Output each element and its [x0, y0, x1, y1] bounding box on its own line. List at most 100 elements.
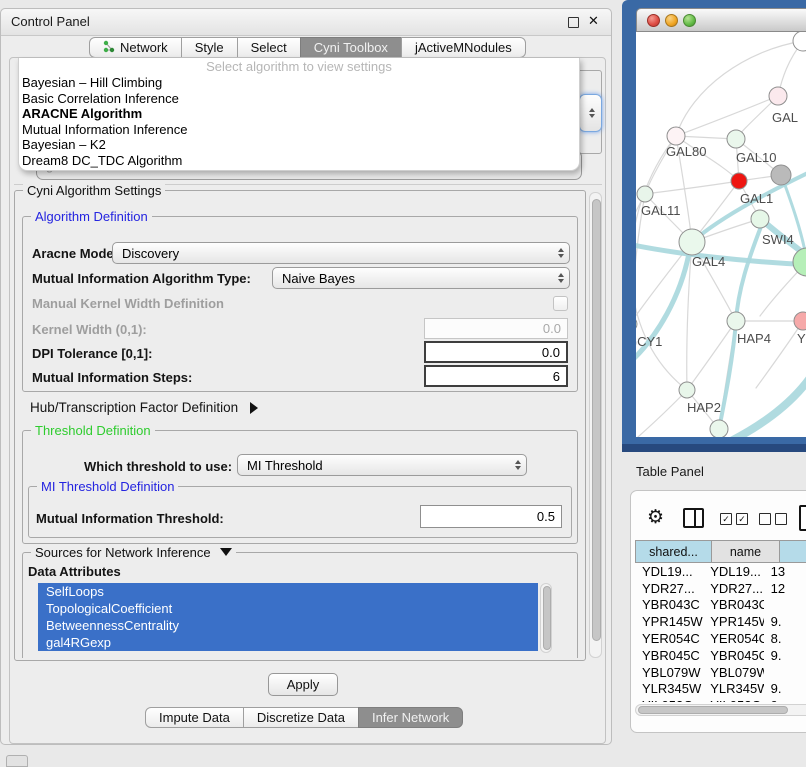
table-cell: 9: [764, 698, 806, 702]
kernel-width-field[interactable]: 0.0: [424, 318, 568, 339]
table-row[interactable]: YBL079WYBL079W: [635, 664, 806, 681]
table-row[interactable]: YIL052CYIL052C9: [635, 697, 806, 702]
tab-select[interactable]: Select: [237, 37, 301, 58]
table-row[interactable]: YBR045CYBR045C9.: [635, 647, 806, 664]
table-cell: YER054C: [635, 631, 703, 646]
mi-type-combo[interactable]: Naive Bayes: [272, 267, 570, 289]
network-node-label: GAL: [772, 110, 798, 125]
threshold-definition-title: Threshold Definition: [31, 423, 155, 438]
network-node-label: GAL10: [736, 150, 776, 165]
network-canvas[interactable]: GALGAL80GAL10GAL1GAL11SWI4GAL4GCY1HAP4YH…: [636, 32, 806, 437]
table-cell: 9.: [764, 648, 806, 663]
network-node-hap4[interactable]: [727, 312, 745, 330]
tab-infer-network[interactable]: Infer Network: [358, 707, 463, 728]
table-hscrollbar[interactable]: [635, 704, 806, 716]
data-attributes-label: Data Attributes: [28, 564, 121, 579]
tab-network[interactable]: Network: [89, 37, 182, 58]
tab-jactivemnodules[interactable]: jActiveMNodules: [401, 37, 526, 58]
algorithm-option[interactable]: Dream8 DC_TDC Algorithm: [19, 153, 579, 169]
tab-discretize-data[interactable]: Discretize Data: [243, 707, 359, 728]
minimize-traffic-light-icon[interactable]: [665, 14, 678, 27]
table-row[interactable]: YDR27...YDR27...12: [635, 580, 806, 597]
table-cell: YLR345W: [703, 681, 763, 696]
mi-threshold-field[interactable]: 0.5: [420, 505, 562, 528]
network-window-titlebar[interactable]: [636, 8, 806, 32]
algorithm-option[interactable]: Mutual Information Inference: [19, 122, 579, 138]
mi-steps-field[interactable]: 6: [424, 365, 568, 387]
table-cell: YBR045C: [703, 648, 763, 663]
attributes-scrollbar[interactable]: [540, 583, 552, 653]
data-attribute-item[interactable]: gal4RGexp: [38, 634, 538, 651]
network-node[interactable]: [793, 32, 806, 51]
network-node-label: Y: [797, 331, 806, 346]
network-node-label: GCY1: [636, 334, 662, 349]
deselect-all-icon[interactable]: [759, 513, 787, 525]
table-cell: YBR043C: [635, 597, 703, 612]
tab-cyni-toolbox[interactable]: Cyni Toolbox: [300, 37, 402, 58]
algorithm-option[interactable]: Basic Correlation Inference: [19, 91, 579, 107]
table-row[interactable]: YER054CYER054C8.: [635, 630, 806, 647]
document-icon[interactable]: [799, 505, 806, 531]
network-node[interactable]: [771, 165, 791, 185]
cyni-settings-title: Cyni Algorithm Settings: [23, 183, 165, 198]
network-edge[interactable]: [676, 96, 778, 136]
table-cell: YBR045C: [635, 648, 703, 663]
algorithm-definition-title: Algorithm Definition: [31, 209, 152, 224]
network-node-gal[interactable]: [769, 87, 787, 105]
network-edge[interactable]: [636, 136, 687, 390]
table-row[interactable]: YBR043CYBR043C: [635, 597, 806, 614]
select-all-icon[interactable]: ✓✓: [720, 513, 748, 525]
data-attributes-list[interactable]: SelfLoopsTopologicalCoefficientBetweenne…: [38, 583, 538, 651]
tab-style[interactable]: Style: [181, 37, 238, 58]
apply-button[interactable]: Apply: [268, 673, 338, 696]
table-row[interactable]: YPR145WYPR145W9.: [635, 613, 806, 630]
table-column-header[interactable]: [780, 540, 806, 563]
zoom-traffic-light-icon[interactable]: [683, 14, 696, 27]
settings-scrollbar[interactable]: [589, 192, 602, 658]
network-node-gal1[interactable]: [731, 173, 747, 189]
focused-combo-spinner[interactable]: [579, 94, 602, 132]
which-threshold-combo[interactable]: MI Threshold: [237, 454, 527, 476]
network-edge[interactable]: [645, 181, 739, 194]
table-row[interactable]: YDL19...YDL19...13: [635, 563, 806, 580]
table-row[interactable]: YLR345WYLR345W9.: [635, 681, 806, 698]
network-node-swi4[interactable]: [751, 210, 769, 228]
float-window-icon[interactable]: [568, 17, 579, 28]
manual-kernel-checkbox[interactable]: [553, 296, 568, 311]
hub-definition-toggle[interactable]: Hub/Transcription Factor Definition: [30, 400, 258, 415]
control-panel-titlebar: Control Panel ✕: [1, 9, 611, 36]
table-column-header[interactable]: name: [712, 540, 780, 563]
which-threshold-value: MI Threshold: [247, 458, 323, 473]
network-node[interactable]: [793, 248, 806, 276]
network-node[interactable]: [710, 420, 728, 437]
gear-icon[interactable]: ⚙: [647, 506, 664, 529]
data-attribute-item[interactable]: SelfLoops: [38, 583, 538, 600]
network-node-gcy1[interactable]: [636, 317, 637, 331]
tab-label: Discretize Data: [257, 710, 345, 725]
data-attribute-item[interactable]: BetweennessCentrality: [38, 617, 538, 634]
tab-impute-data[interactable]: Impute Data: [145, 707, 244, 728]
data-attribute-item[interactable]: TopologicalCoefficient: [38, 600, 538, 617]
table-body[interactable]: YDL19...YDL19...13YDR27...YDR27...12YBR0…: [635, 563, 806, 702]
minimized-window-icon[interactable]: [6, 755, 28, 767]
network-edge[interactable]: [636, 390, 687, 437]
split-table-icon[interactable]: [683, 508, 704, 528]
close-window-icon[interactable]: ✕: [588, 15, 599, 26]
network-node-label: HAP4: [737, 331, 771, 346]
algorithm-option[interactable]: ARACNE Algorithm: [19, 106, 579, 122]
algorithm-option[interactable]: Bayesian – Hill Climbing: [19, 75, 579, 91]
chevron-down-icon[interactable]: [220, 548, 232, 556]
network-node-gal10[interactable]: [727, 130, 745, 148]
network-node-gal11[interactable]: [637, 186, 653, 202]
network-node-gal4[interactable]: [679, 229, 705, 255]
aracne-mode-combo[interactable]: Discovery: [112, 242, 570, 264]
table-cell: 12: [764, 581, 806, 596]
network-node-hap2[interactable]: [679, 382, 695, 398]
dpi-tolerance-field[interactable]: 0.0: [424, 341, 568, 363]
mi-steps-label: Mutual Information Steps:: [32, 370, 192, 385]
close-traffic-light-icon[interactable]: [647, 14, 660, 27]
network-node-gal80[interactable]: [667, 127, 685, 145]
algorithm-option[interactable]: Bayesian – K2: [19, 137, 579, 153]
table-column-header[interactable]: shared...: [635, 540, 712, 563]
network-node-y[interactable]: [794, 312, 806, 330]
